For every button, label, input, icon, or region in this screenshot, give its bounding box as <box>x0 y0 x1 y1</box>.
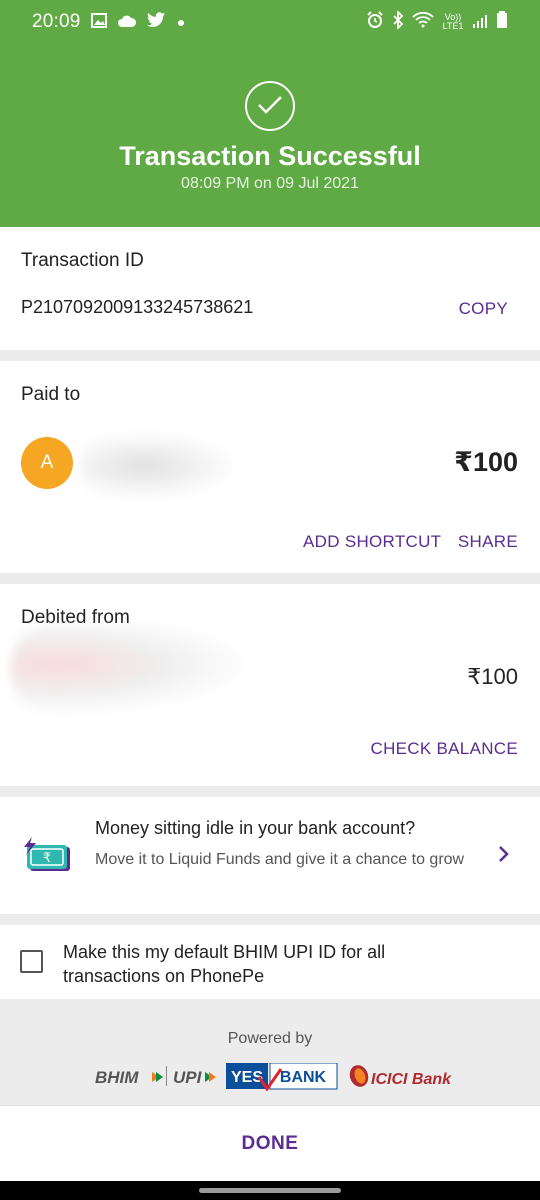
promo-title: Money sitting idle in your bank account? <box>95 818 416 838</box>
network-label: Vo)) LTE1 <box>442 12 464 31</box>
default-upi-checkbox[interactable] <box>20 950 43 973</box>
paid-to-label: Paid to <box>21 384 81 405</box>
powered-by-section: Powered by BHIM UPI YES BANK ICICI Bank <box>0 999 540 1105</box>
transaction-id-label: Transaction ID <box>21 250 144 271</box>
home-indicator[interactable] <box>199 1188 341 1193</box>
dot-icon <box>176 12 186 33</box>
bank-logo-text: BANK <box>280 1069 327 1086</box>
success-header: Transaction Successful 08:09 PM on 09 Ju… <box>0 44 540 227</box>
powered-by-label: Powered by <box>227 1030 313 1047</box>
alarm-icon <box>366 10 384 34</box>
icici-logo-text: ICICI Bank <box>371 1071 452 1088</box>
debited-from-card: Debited from ₹100 CHECK BALANCE <box>0 584 540 786</box>
bluetooth-icon <box>392 9 404 34</box>
status-time: 20:09 <box>32 11 81 32</box>
battery-icon <box>496 10 508 34</box>
yes-bank-logo: YES BANK <box>226 1062 338 1092</box>
status-right: Vo)) LTE1 <box>366 9 508 34</box>
debited-amount: ₹100 <box>467 664 518 689</box>
paid-to-card: Paid to A ₹100 ADD SHORTCUT SHARE <box>0 361 540 573</box>
avatar: A <box>21 437 73 489</box>
transaction-id-value: P2107092009133245738621 <box>21 297 254 317</box>
system-nav-bar <box>0 1181 540 1200</box>
recipient-name-redacted <box>80 431 240 501</box>
paid-amount: ₹100 <box>454 447 518 477</box>
cloud-icon <box>117 12 137 33</box>
bank-account-redacted <box>10 624 250 714</box>
default-upi-option: Make this my default BHIM UPI ID for all… <box>0 925 540 999</box>
add-shortcut-button[interactable]: ADD SHORTCUT <box>303 532 441 552</box>
signal-icon <box>472 12 488 33</box>
money-bolt-icon: ₹ <box>22 837 74 878</box>
copy-button[interactable]: COPY <box>459 299 508 319</box>
wifi-icon <box>412 11 434 33</box>
status-bar: 20:09 Vo)) LTE1 <box>0 0 540 44</box>
twitter-icon <box>146 11 166 33</box>
footer-bar: DONE <box>0 1105 540 1181</box>
share-button[interactable]: SHARE <box>458 532 518 552</box>
check-balance-button[interactable]: CHECK BALANCE <box>371 739 519 759</box>
default-upi-text: Make this my default BHIM UPI ID for all… <box>63 942 386 986</box>
svg-text:₹: ₹ <box>43 851 51 866</box>
check-circle-icon <box>245 81 295 131</box>
page-title: Transaction Successful <box>119 141 421 171</box>
bhim-upi-logo: BHIM UPI <box>95 1066 216 1087</box>
gallery-icon <box>90 12 107 33</box>
partner-logos: BHIM UPI YES BANK ICICI Bank <box>95 1062 465 1092</box>
transaction-id-card: Transaction ID P2107092009133245738621 C… <box>0 227 540 350</box>
bhim-logo-text: BHIM <box>95 1068 139 1087</box>
chevron-right-icon[interactable] <box>498 845 510 868</box>
transaction-timestamp: 08:09 PM on 09 Jul 2021 <box>181 175 359 192</box>
status-left: 20:09 <box>32 11 186 33</box>
promo-subtitle: Move it to Liquid Funds and give it a ch… <box>95 851 465 868</box>
icici-bank-logo: ICICI Bank <box>349 1065 452 1088</box>
liquid-funds-promo[interactable]: ₹ Money sitting idle in your bank accoun… <box>0 797 540 914</box>
done-button[interactable]: DONE <box>0 1106 540 1182</box>
upi-logo-text: UPI <box>173 1068 203 1087</box>
